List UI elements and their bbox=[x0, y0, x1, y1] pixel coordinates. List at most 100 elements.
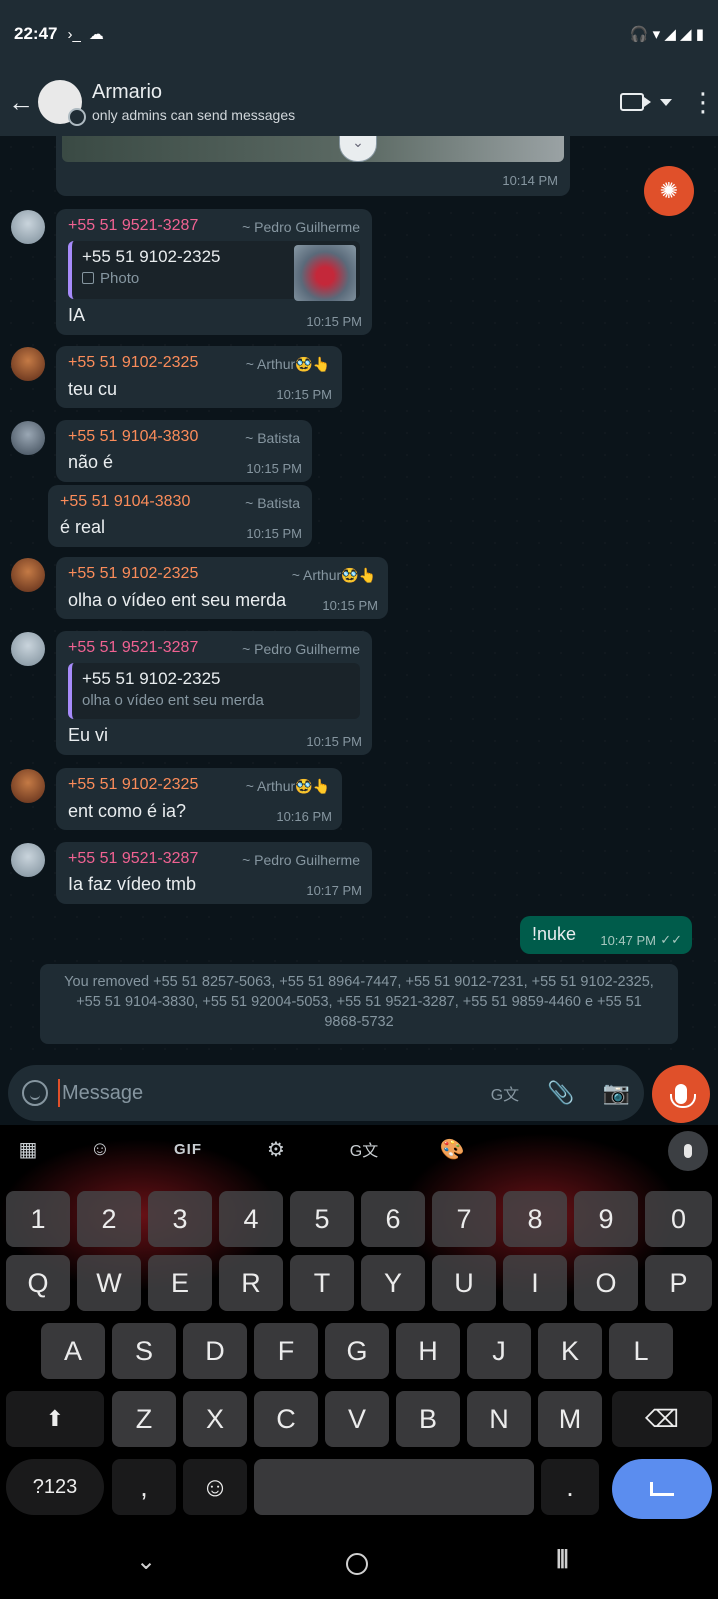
key[interactable]: U bbox=[432, 1255, 496, 1311]
enter-key[interactable] bbox=[612, 1459, 712, 1519]
lightbulb-button[interactable]: ✺ bbox=[644, 166, 694, 216]
message-bubble[interactable]: +55 51 9521-3287 ~ Pedro Guilherme +55 51… bbox=[56, 209, 372, 335]
key[interactable]: 0 bbox=[645, 1191, 712, 1247]
key[interactable]: 9 bbox=[574, 1191, 638, 1247]
more-options-icon[interactable]: ⋮ bbox=[690, 89, 716, 115]
avatar[interactable] bbox=[11, 843, 45, 877]
key[interactable]: T bbox=[290, 1255, 354, 1311]
sender-phone[interactable]: +55 51 9521-3287 bbox=[68, 850, 198, 868]
nav-back-chevron-icon[interactable]: ⌄ bbox=[136, 1547, 156, 1576]
emoji-sticker-icon[interactable] bbox=[22, 1080, 48, 1106]
key[interactable]: 6 bbox=[361, 1191, 425, 1247]
shift-key-icon[interactable]: ⬆ bbox=[6, 1391, 104, 1447]
group-avatar[interactable] bbox=[38, 80, 86, 126]
key[interactable]: A bbox=[41, 1323, 105, 1379]
video-call-button[interactable] bbox=[620, 93, 672, 111]
media-preview[interactable] bbox=[62, 136, 564, 162]
key[interactable]: W bbox=[77, 1255, 141, 1311]
key[interactable]: 8 bbox=[503, 1191, 567, 1247]
previous-media-message[interactable]: ⌄ 10:14 PM bbox=[56, 136, 570, 196]
palette-icon[interactable]: 🎨 bbox=[408, 1137, 496, 1162]
avatar[interactable] bbox=[11, 558, 45, 592]
voice-message-button[interactable] bbox=[652, 1065, 710, 1123]
message-bubble[interactable]: +55 51 9102-2325 ~ Arthur🥸👆 teu cu 10:15 … bbox=[56, 346, 342, 408]
key[interactable]: E bbox=[148, 1255, 212, 1311]
space-bar[interactable] bbox=[254, 1459, 534, 1515]
key[interactable]: J bbox=[467, 1323, 531, 1379]
avatar[interactable] bbox=[11, 347, 45, 381]
avatar[interactable] bbox=[11, 632, 45, 666]
message-time: 10:16 PM bbox=[276, 809, 332, 824]
key[interactable]: I bbox=[503, 1255, 567, 1311]
message-time: 10:15 PM bbox=[276, 387, 332, 402]
key[interactable]: O bbox=[574, 1255, 638, 1311]
key[interactable]: L bbox=[609, 1323, 673, 1379]
key[interactable]: Q bbox=[6, 1255, 70, 1311]
quoted-message[interactable]: +55 51 9102-2325 Photo bbox=[68, 241, 360, 301]
chat-area[interactable]: ⌄ 10:14 PM ✺ +55 51 9521-3287 ~ Pedro Gui… bbox=[0, 136, 718, 1061]
key[interactable]: V bbox=[325, 1391, 389, 1447]
apps-grid-icon[interactable]: ▦ bbox=[0, 1137, 56, 1162]
key[interactable]: 5 bbox=[290, 1191, 354, 1247]
message-bubble[interactable]: +55 51 9521-3287 ~ Pedro Guilherme +55 51… bbox=[56, 631, 372, 755]
back-arrow-icon[interactable]: ← bbox=[8, 87, 38, 118]
sender-phone[interactable]: +55 51 9104-3830 bbox=[60, 493, 190, 511]
key[interactable]: C bbox=[254, 1391, 318, 1447]
emoji-key-icon[interactable]: ☺ bbox=[183, 1459, 247, 1515]
sender-phone[interactable]: +55 51 9521-3287 bbox=[68, 639, 198, 657]
message-bubble[interactable]: +55 51 9104-3830 ~ Batista é real 10:15 P… bbox=[48, 485, 312, 547]
sticker-icon[interactable]: ☺ bbox=[56, 1138, 144, 1161]
comma-key[interactable]: , bbox=[112, 1459, 176, 1515]
key[interactable]: 4 bbox=[219, 1191, 283, 1247]
nav-home-icon[interactable] bbox=[346, 1553, 368, 1575]
key[interactable]: K bbox=[538, 1323, 602, 1379]
key[interactable]: R bbox=[219, 1255, 283, 1311]
key[interactable]: Z bbox=[112, 1391, 176, 1447]
community-badge-icon bbox=[68, 108, 86, 126]
key[interactable]: M bbox=[538, 1391, 602, 1447]
avatar[interactable] bbox=[11, 769, 45, 803]
message-bubble[interactable]: +55 51 9102-2325 ~ Arthur🥸👆 olha o vídeo … bbox=[56, 557, 388, 619]
key[interactable]: X bbox=[183, 1391, 247, 1447]
message-input[interactable]: Message G文 📎 📷 bbox=[8, 1065, 644, 1121]
message-placeholder[interactable]: Message bbox=[62, 1082, 143, 1105]
key[interactable]: D bbox=[183, 1323, 247, 1379]
voice-typing-button[interactable] bbox=[668, 1131, 708, 1171]
outgoing-message[interactable]: !nuke 10:47 PM ✓✓ bbox=[520, 916, 692, 954]
period-key[interactable]: . bbox=[541, 1459, 599, 1515]
message-bubble[interactable]: +55 51 9521-3287 ~ Pedro Guilherme Ia faz… bbox=[56, 842, 372, 904]
sender-phone[interactable]: +55 51 9521-3287 bbox=[68, 217, 198, 235]
header-text[interactable]: Armario only admins can send messages bbox=[92, 81, 295, 123]
gif-button[interactable]: GIF bbox=[144, 1141, 232, 1158]
sender-phone[interactable]: +55 51 9104-3830 bbox=[68, 428, 198, 446]
key[interactable]: 2 bbox=[77, 1191, 141, 1247]
avatar[interactable] bbox=[11, 421, 45, 455]
sender-phone[interactable]: +55 51 9102-2325 bbox=[68, 565, 198, 584]
backspace-key-icon[interactable]: ⌫ bbox=[612, 1391, 712, 1447]
symbols-key[interactable]: ?123 bbox=[6, 1459, 104, 1515]
key[interactable]: 7 bbox=[432, 1191, 496, 1247]
key[interactable]: G bbox=[325, 1323, 389, 1379]
message-bubble[interactable]: +55 51 9102-2325 ~ Arthur🥸👆 ent como é ia… bbox=[56, 768, 342, 830]
key[interactable]: B bbox=[396, 1391, 460, 1447]
attach-icon[interactable]: 📎 bbox=[547, 1080, 574, 1106]
key[interactable]: S bbox=[112, 1323, 176, 1379]
sender-phone[interactable]: +55 51 9102-2325 bbox=[68, 776, 198, 795]
avatar[interactable] bbox=[11, 210, 45, 244]
translate-icon[interactable]: G文 bbox=[320, 1137, 408, 1161]
key[interactable]: N bbox=[467, 1391, 531, 1447]
key[interactable]: F bbox=[254, 1323, 318, 1379]
translate-icon[interactable]: G文 bbox=[491, 1081, 519, 1105]
nav-recents-icon[interactable]: ||| bbox=[556, 1547, 569, 1570]
message-bubble[interactable]: +55 51 9104-3830 ~ Batista não é 10:15 PM bbox=[56, 420, 312, 482]
camera-icon[interactable]: 📷 bbox=[603, 1080, 630, 1106]
quoted-message[interactable]: +55 51 9102-2325 olha o vídeo ent seu me… bbox=[68, 663, 360, 719]
key[interactable]: P bbox=[645, 1255, 712, 1311]
key[interactable]: 3 bbox=[148, 1191, 212, 1247]
key[interactable]: Y bbox=[361, 1255, 425, 1311]
sender-phone[interactable]: +55 51 9102-2325 bbox=[68, 354, 198, 373]
settings-gear-icon[interactable]: ⚙ bbox=[232, 1137, 320, 1162]
key[interactable]: H bbox=[396, 1323, 460, 1379]
sender-name: ~ Batista bbox=[245, 430, 300, 446]
key[interactable]: 1 bbox=[6, 1191, 70, 1247]
